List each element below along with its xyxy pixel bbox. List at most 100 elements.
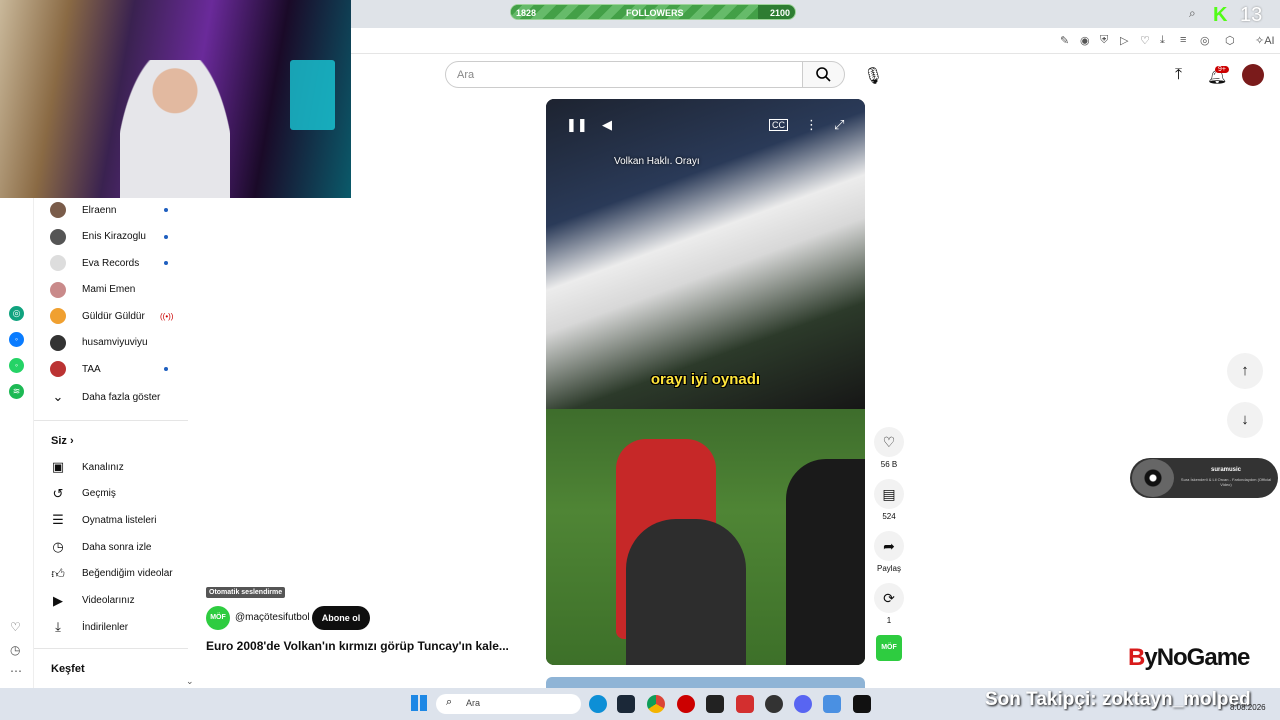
sidebar-item-i̇ndirilenler[interactable]: ⤓ İndirilenler [50,617,190,637]
share-icon: ➦ [874,531,904,561]
sidebar-item-beğendiğim-videolar[interactable]: 👍︎ Beğendiğim videolar [50,564,190,584]
taskbar-search-input[interactable]: Ara [436,694,581,714]
sidebar-subscription[interactable]: Mami Emen [50,280,190,300]
more-options-icon[interactable]: ⋮ [805,117,818,133]
new-content-dot [164,208,168,212]
remix-button[interactable]: ⟳ 1 [874,583,904,625]
browser-search-icon[interactable]: ⌕ [1189,6,1196,21]
whatsapp-icon[interactable]: ◦ [9,358,24,373]
comment-button[interactable]: ▤ 524 [874,479,904,521]
share-label: Paylaş [876,564,901,573]
search-button[interactable] [802,61,845,88]
avatar[interactable] [1242,64,1264,86]
edit-icon[interactable]: ✎ [1060,34,1069,47]
channel-avatar [50,281,66,298]
channel-handle[interactable]: @maçötesifutbol [235,612,310,623]
sidebar-item-geçmiş[interactable]: ↺ Geçmiş [50,484,190,504]
auto-dub-badge: Otomatik seslendirme [206,587,286,598]
video-referee [626,519,746,665]
taskbar-date: 8.08.2026 [1230,703,1266,712]
show-more-button[interactable]: ⌄ Daha fazla göster [50,387,190,407]
extension-icon[interactable]: ⬡ [1225,34,1235,47]
sidebar-item-label: Videolarınız [82,595,135,606]
now-playing-widget: suramusic Sura İskenderli & Lil Orcan - … [1130,458,1278,498]
sidebar-item-kanalınız[interactable]: ▣ Kanalınız [50,457,190,477]
bynogame-mark: B [1128,644,1145,671]
live-icon: ((•)) [160,311,174,321]
ai-button[interactable]: ✧AI [1255,34,1275,47]
sidebar-item-oynatma-listeleri[interactable]: ☰ Oynatma listeleri [50,510,190,530]
sidebar-subscription[interactable]: Eva Records [50,253,190,273]
channel-avatar[interactable]: MÖF [206,606,230,630]
ai-label: AI [1264,35,1275,47]
opera-icon[interactable] [677,695,695,713]
you-section-heading[interactable]: Siz › [51,435,74,447]
heart-icon[interactable]: ♡ [1140,34,1150,47]
spotify-icon[interactable]: ≋ [9,384,24,399]
sidebar-item-label: Daha sonra izle [82,541,152,553]
subscription-label: husamviyuviyu [82,337,148,348]
epic-games-icon[interactable] [853,695,871,713]
history-icon: ↺ [52,485,64,501]
download-icon: ⤓ [55,619,61,635]
shield-icon[interactable]: ⛨ [1100,34,1108,47]
upload-icon[interactable]: ⤒ [1175,66,1182,84]
like-button[interactable]: ♡ 56 B [874,427,904,469]
subscription-label: Eva Records [82,257,140,269]
chevron-right-icon: › [69,435,74,447]
search-icon [816,67,831,82]
next-video-button[interactable]: ↓ [1227,402,1263,438]
search-input[interactable]: Ara [445,61,803,88]
shorts-video-player[interactable]: ❚❚ ◀ CC ⋮ ⤢ Volkan Haklı. Orayı orayı iy… [546,99,865,665]
sidebar-subscription[interactable]: husamviyuviyu [50,333,190,353]
sidebar-subscription[interactable]: Enis Kirazoglu [50,227,190,247]
play-icon[interactable]: ▷ [1120,34,1128,47]
webcam-overlay [0,0,351,198]
obs-icon[interactable] [706,695,724,713]
sidebar-subscription[interactable]: Elraenn [50,200,190,220]
edge-icon[interactable] [589,695,607,713]
more-icon[interactable]: ⋯ [10,664,22,678]
chatgpt-icon[interactable]: ◎ [9,306,24,321]
volume-icon[interactable]: ◀ [602,117,612,133]
subscribe-button[interactable]: Abone ol [312,606,370,630]
app-icon[interactable] [736,695,754,713]
explore-heading[interactable]: Keşfet [51,663,85,675]
previous-video-button[interactable]: ↑ [1227,353,1263,389]
notification-badge: 9+ [1215,66,1229,73]
camera-icon[interactable]: ◉ [1080,34,1090,47]
webcam-neon-light [290,60,335,130]
messenger-icon[interactable]: ◦ [9,332,24,347]
sidebar-item-label: Oynatma listeleri [82,514,157,526]
pause-icon[interactable]: ❚❚ [566,117,588,133]
windows-start-icon[interactable] [411,695,427,711]
riot-icon[interactable] [765,695,783,713]
clock-icon: ◷ [52,539,64,555]
steam-icon[interactable] [617,695,635,713]
browser-toolbar: ✎ ◉ ⛨ ▷ ♡ ⤓ ≡ ◎ ⬡ ✧AI [350,28,1280,54]
fullscreen-icon[interactable]: ⤢ [834,117,844,133]
download-icon[interactable]: ⤓ [1160,34,1165,47]
sidebar-subscription[interactable]: TAA [50,359,190,379]
network-icon[interactable] [823,695,841,713]
channel-thumbnail[interactable]: MÖF [876,635,902,661]
microphone-icon[interactable]: 🎙︎ [863,66,883,86]
scroll-down-icon[interactable]: ⌄ [186,676,194,687]
favorites-icon[interactable]: ♡ [10,620,21,634]
sidebar-subscription[interactable]: Güldür Güldür ((•)) [50,306,190,326]
menu-icon[interactable]: ≡ [1180,34,1186,46]
sidebar-item-label: Kanalınız [82,461,124,473]
video-title[interactable]: Euro 2008'de Volkan'ın kırmızı görüp Tun… [206,639,536,653]
share-button[interactable]: ➦ Paylaş [874,531,904,573]
chrome-icon[interactable] [647,695,665,713]
captions-icon[interactable]: CC [769,119,788,131]
profile-icon[interactable]: ◎ [1200,34,1210,47]
history-rail-icon[interactable]: ◷ [10,643,20,657]
video-box-icon: ▶ [53,592,63,608]
sidebar-item-label: Beğendiğim videolar [82,568,173,580]
bynogame-text: yNoGame [1144,644,1250,671]
sidebar-item-videolarınız[interactable]: ▶ Videolarınız [50,591,190,611]
sidebar-item-daha-sonra-izle[interactable]: ◷ Daha sonra izle [50,537,190,557]
arrow-down-icon: ↓ [1241,411,1249,428]
discord-icon[interactable] [794,695,812,713]
